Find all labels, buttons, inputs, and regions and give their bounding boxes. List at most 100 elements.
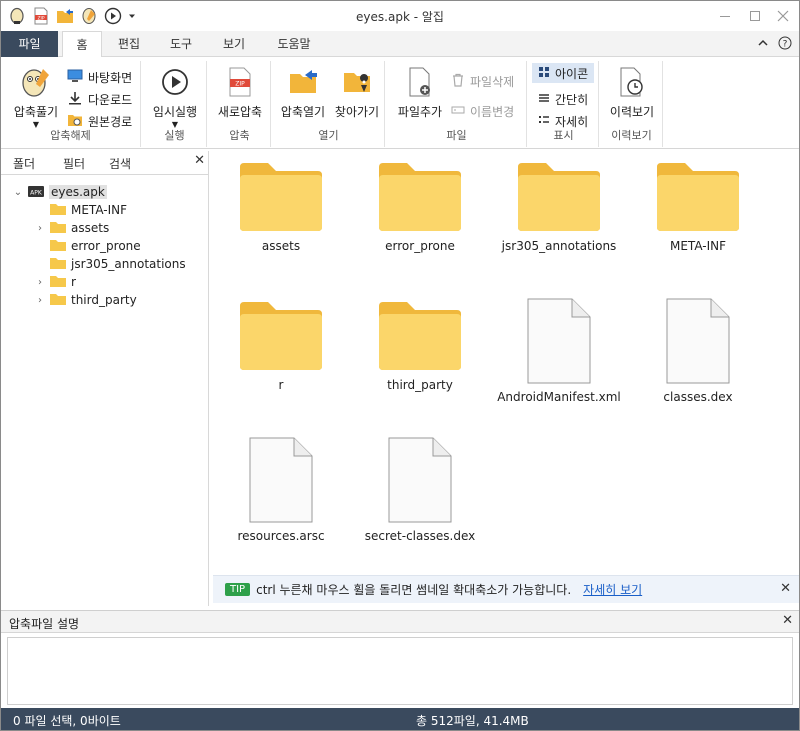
group-run-label: 실행 [164,129,185,142]
folder-icon [379,163,461,231]
history-button[interactable]: 이력보기 [603,65,661,120]
view-icons-button[interactable]: 아이콘 [532,63,594,83]
window-title: eyes.apk - 알집 [356,10,444,24]
document-icon [527,298,591,384]
file-item[interactable]: error_prone [355,161,485,253]
tip-bar: TIP ctrl 누른채 마우스 휠을 돌리면 썸네일 확대축소가 가능합니다.… [213,575,799,603]
extract-downloads-button[interactable]: 다운로드 [67,89,132,109]
tab-edit[interactable]: 편집 [109,31,149,57]
app-window: ZIP eyes.apk - 알집 파일 홈 편집 도구 보기 도움말 ? 압축… [0,0,800,731]
file-item[interactable]: resources.arsc [216,437,346,543]
view-simple-label: 간단히 [555,92,589,107]
monitor-icon [67,69,83,86]
tab-file[interactable]: 파일 [1,31,58,57]
folder-icon [379,302,461,370]
close-tip-button[interactable]: ✕ [780,581,791,596]
folder-icon [240,302,322,370]
open-archive-button[interactable]: 압축열기 [275,65,331,120]
delete-file-button[interactable]: 파일삭제 [451,71,514,91]
tree-item-third-party[interactable]: › third_party [35,291,137,309]
view-simple-button[interactable]: 간단히 [532,89,588,109]
svg-text:?: ? [783,40,788,50]
tab-help[interactable]: 도움말 [267,31,321,57]
tab-search[interactable]: 검색 [109,155,131,172]
group-compress: ZIP 새로압축 압축 [209,61,271,147]
minimize-button[interactable] [711,5,739,27]
tree-item-jsr305[interactable]: jsr305_annotations [35,255,186,273]
tree-item-assets[interactable]: › assets [35,219,109,237]
folder-icon [49,292,67,309]
temp-run-button[interactable]: 임시실행 ▼ [145,65,205,129]
chevron-down-icon[interactable]: ⌄ [13,187,23,198]
chevron-right-icon[interactable]: › [35,277,45,288]
folder-panel: 폴더 필터 검색 ✕ ⌄ APK eyes.apk META-INF › ass… [1,151,209,606]
folder-panel-tabs: 폴더 필터 검색 ✕ [1,151,209,175]
new-compress-button[interactable]: ZIP 새로압축 [211,65,269,120]
file-item[interactable]: jsr305_annotations [494,161,624,253]
file-item[interactable]: classes.dex [633,298,763,404]
chevron-right-icon[interactable]: › [35,295,45,306]
go-to-label: 찾아가기 [334,105,380,119]
add-file-button[interactable]: 파일추가 [389,65,451,120]
folder-icon [49,238,67,255]
description-textarea[interactable] [7,637,793,705]
list-icon [538,92,550,107]
folder-icon [240,163,322,231]
close-panel-button[interactable]: ✕ [194,153,205,168]
ribbon-tab-bar: 파일 홈 편집 도구 보기 도움말 ? [1,31,799,58]
status-bar: 0 파일 선택, 0바이트 총 512파일, 41.4MB [1,708,799,730]
file-item[interactable]: third_party [355,300,485,392]
help-icon[interactable]: ? [778,36,792,53]
history-icon [615,65,649,99]
rename-icon [451,103,465,120]
group-open-label: 열기 [318,129,339,142]
rename-button[interactable]: 이름변경 [451,101,514,121]
folder-icon [49,202,67,219]
tab-home[interactable]: 홈 [62,31,102,58]
tree-root-label: eyes.apk [49,185,107,199]
file-item[interactable]: META-INF [633,161,763,253]
tree-item-label: assets [71,221,110,235]
chevron-right-icon[interactable]: › [35,223,45,234]
document-icon [666,298,730,384]
tree-item-meta-inf[interactable]: META-INF [35,201,127,219]
new-compress-label: 새로압축 [217,105,263,119]
file-name: third_party [387,378,453,392]
close-window-button[interactable] [769,5,797,27]
maximize-button[interactable] [741,5,769,27]
group-compress-label: 압축 [229,129,250,142]
tab-tools[interactable]: 도구 [161,31,201,57]
group-file-label: 파일 [446,129,467,142]
zip-file-icon: ZIP [223,65,257,99]
tab-view[interactable]: 보기 [214,31,254,57]
file-item[interactable]: r [216,300,346,392]
file-item[interactable]: assets [216,161,346,253]
add-file-icon [403,65,437,99]
extract-button[interactable]: 압축풀기 ▼ [7,65,65,129]
go-to-button[interactable]: 찾아가기 [329,65,385,120]
tab-filter[interactable]: 필터 [63,155,85,172]
folder-open-icon [286,65,320,99]
tip-more-link[interactable]: 자세히 보기 [583,581,642,598]
tree-item-label: META-INF [71,203,128,217]
tab-folder[interactable]: 폴더 [13,155,35,172]
collapse-ribbon-icon[interactable] [757,37,769,52]
folder-icon [657,163,739,231]
extract-desktop-button[interactable]: 바탕화면 [67,67,132,87]
group-file: 파일추가 파일삭제 이름변경 파일 [387,61,527,147]
close-description-button[interactable]: ✕ [782,613,793,628]
extract-downloads-label: 다운로드 [88,92,133,107]
file-name: error_prone [385,239,455,253]
trash-icon [451,73,465,90]
group-extract-label: 압축해제 [50,129,91,142]
file-item[interactable]: secret-classes.dex [355,437,485,543]
tree-item-r[interactable]: › r [35,273,76,291]
tree-item-error-prone[interactable]: error_prone [35,237,141,255]
file-list-area: assets error_prone jsr305_annotations ME… [211,151,799,574]
tip-badge: TIP [225,583,251,596]
rename-label: 이름변경 [470,104,515,119]
group-open: 압축열기 찾아가기 열기 [273,61,385,147]
file-item[interactable]: AndroidManifest.xml [494,298,624,404]
tree-root[interactable]: ⌄ APK eyes.apk [13,183,107,201]
description-title: 압축파일 설명 [9,617,80,631]
